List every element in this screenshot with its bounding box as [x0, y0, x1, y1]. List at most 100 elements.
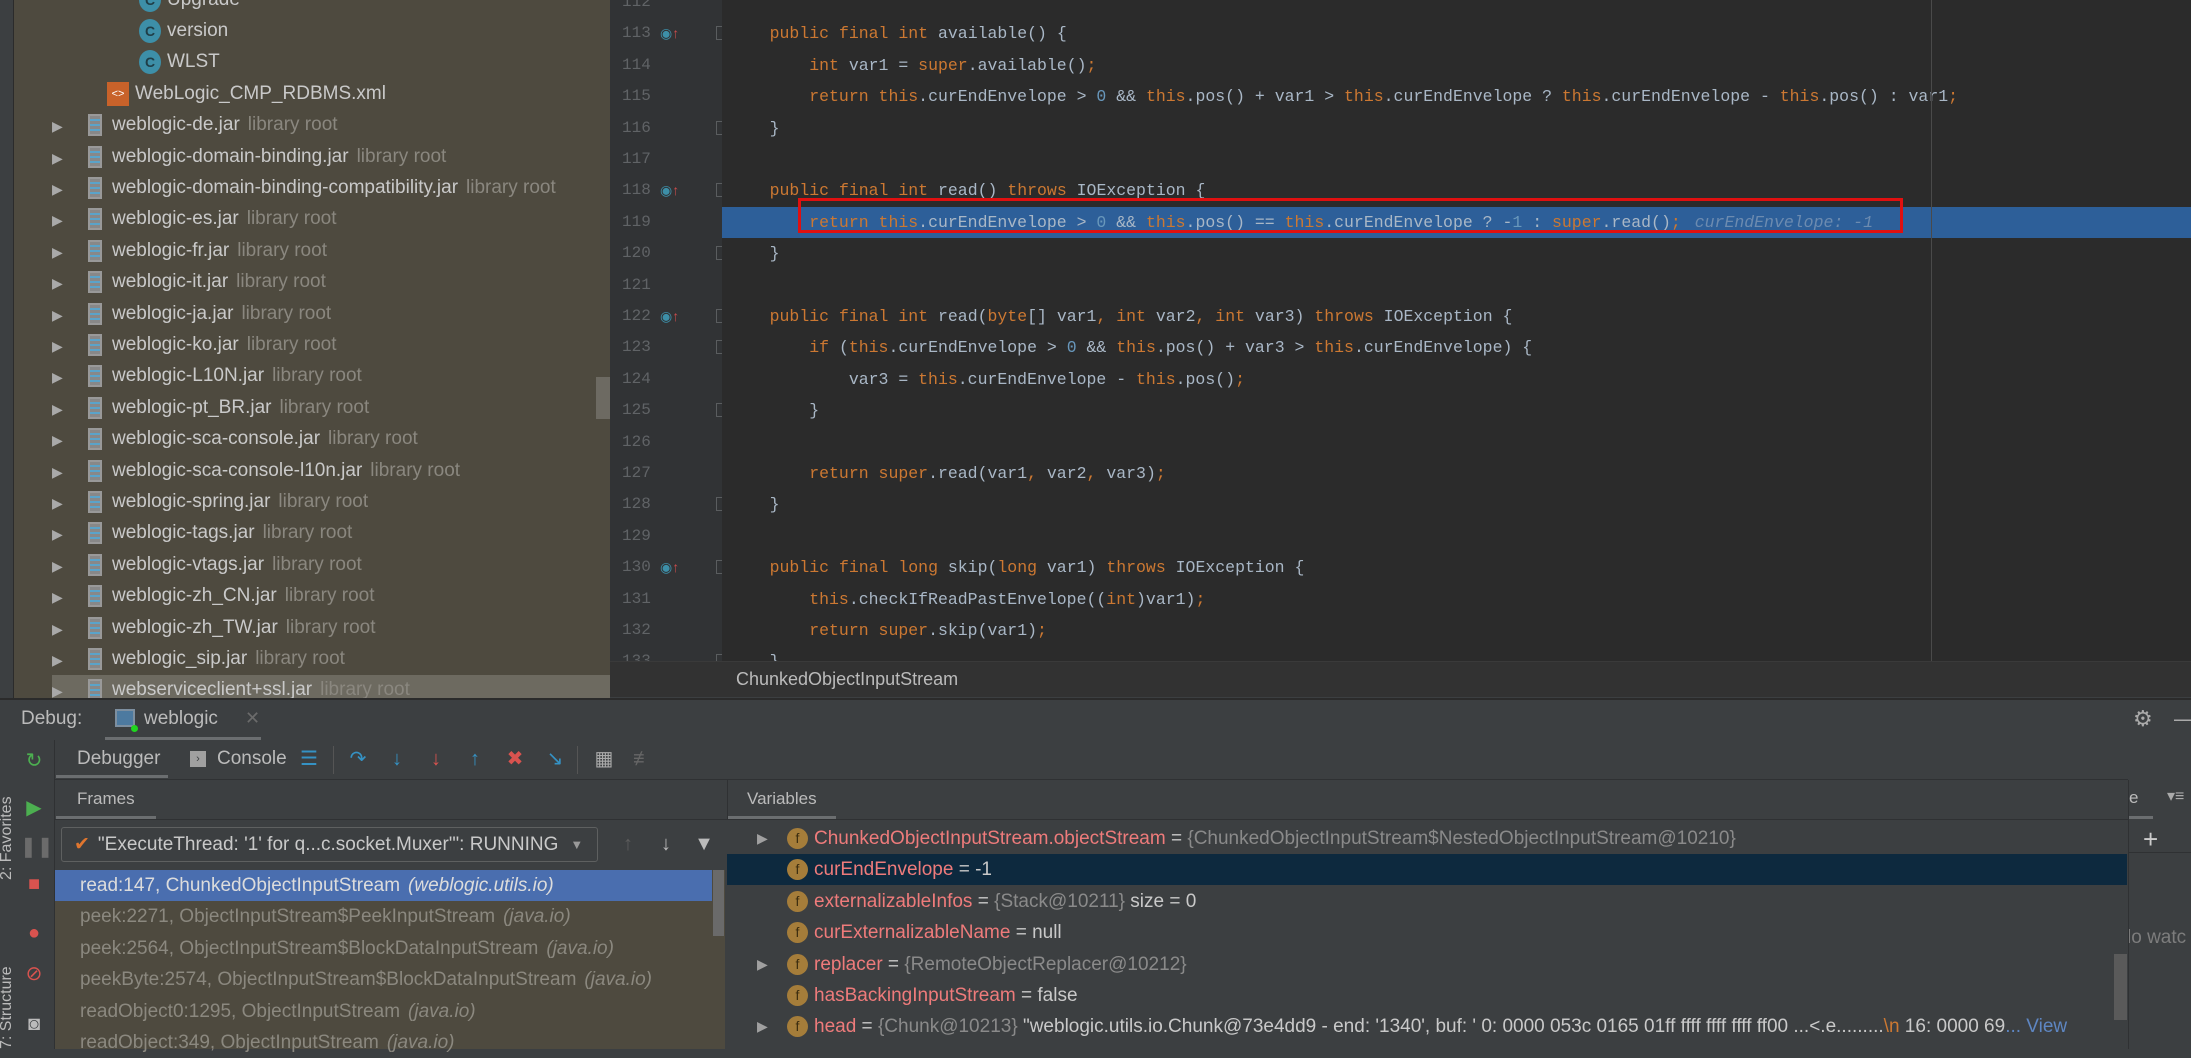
step-out-icon[interactable]: ↑	[461, 747, 489, 771]
expand-arrow-icon[interactable]: ▶	[52, 275, 66, 291]
overrides-method-icon[interactable]: ◉↑	[660, 175, 679, 206]
resume-icon[interactable]: ▶	[20, 796, 48, 820]
tab-variables[interactable]: Variables	[728, 780, 836, 819]
previous-frame-icon[interactable]: ↑	[614, 832, 642, 856]
expand-arrow-icon[interactable]: ▶	[757, 949, 768, 980]
frames-scrollbar[interactable]	[713, 870, 724, 936]
mute-breakpoints-icon[interactable]: ⊘	[20, 962, 48, 986]
expand-arrow-icon[interactable]: ▶	[52, 150, 66, 166]
watches-tab-label[interactable]: e	[2129, 788, 2138, 808]
trace-icon[interactable]: ≢	[629, 747, 657, 771]
camera-icon[interactable]: ◙	[20, 1012, 48, 1036]
tree-item[interactable]: ▶ weblogic-sca-console.jar library root	[52, 424, 418, 455]
tree-item[interactable]: ▶ weblogic-L10N.jar library root	[52, 361, 362, 392]
overrides-method-icon[interactable]: ◉↑	[660, 18, 679, 49]
expand-arrow-icon[interactable]: ▶	[52, 558, 66, 574]
rerun-icon[interactable]: ↻	[20, 749, 48, 773]
expand-arrow-icon[interactable]: ▶	[757, 1011, 768, 1042]
variable-row[interactable]: ▶ f head = {Chunk@10213} "weblogic.utils.i…	[727, 1011, 2127, 1042]
tree-item[interactable]: ▶ weblogic-domain-binding-compatibility.j…	[52, 172, 556, 203]
code-editor[interactable]: public final int available() { int var1 …	[722, 0, 2191, 661]
next-frame-icon[interactable]: ↓	[652, 832, 680, 856]
stop-icon[interactable]: ■	[20, 872, 48, 896]
expand-arrow-icon[interactable]: ▶	[52, 495, 66, 511]
tree-item[interactable]: Cversion	[139, 15, 228, 46]
tree-item[interactable]: ▶ weblogic-fr.jar library root	[52, 235, 327, 266]
expand-arrow-icon[interactable]: ▶	[52, 244, 66, 260]
tree-item[interactable]: C WLST	[139, 47, 220, 78]
frame-item[interactable]: peek:2564, ObjectInputStream$BlockDataIn…	[55, 933, 712, 964]
tree-item[interactable]: ▶ weblogic-domain-binding.jar library root	[52, 141, 446, 172]
view-link[interactable]: ... View	[2005, 1016, 2067, 1037]
evaluate-expression-icon[interactable]: ▦	[590, 747, 618, 771]
tree-item[interactable]: ▶ weblogic-ko.jar library root	[52, 329, 336, 360]
tree-item[interactable]: ▶ weblogic-zh_TW.jar library root	[52, 612, 376, 643]
run-to-cursor-icon[interactable]: ↘	[541, 747, 569, 771]
expand-arrow-icon[interactable]: ▶	[52, 181, 66, 197]
expand-arrow-icon[interactable]: ▶	[52, 401, 66, 417]
gear-icon[interactable]: ⚙	[2133, 706, 2153, 732]
tree-item[interactable]: ▶ weblogic-sca-console-l10n.jar library ro…	[52, 455, 460, 486]
tree-item[interactable]: ▶ weblogic-spring.jar library root	[52, 486, 368, 517]
expand-arrow-icon[interactable]: ▶	[52, 338, 66, 354]
step-over-icon[interactable]: ↷	[344, 747, 372, 771]
tab-console[interactable]: › Console	[182, 740, 292, 778]
drop-frame-icon[interactable]: ✖	[501, 747, 529, 771]
breadcrumb-class[interactable]: ChunkedObjectInputStream	[736, 669, 958, 690]
tree-item[interactable]: ▶ weblogic-de.jar library root	[52, 110, 338, 141]
variables-scrollbar[interactable]	[2114, 954, 2127, 1020]
tree-item[interactable]: ▶ weblogic-pt_BR.jar library root	[52, 392, 369, 423]
frame-item[interactable]: readObject0:1295, ObjectInputStream (java…	[55, 996, 712, 1027]
expand-arrow-icon[interactable]: ▶	[52, 212, 66, 228]
expand-arrow-icon[interactable]: ▶	[52, 369, 66, 385]
minimize-icon[interactable]: —	[2174, 706, 2191, 732]
tree-item[interactable]: ▶ weblogic_sip.jar library root	[52, 643, 345, 674]
frame-item[interactable]: read:147, ChunkedObjectInputStream (weblo…	[55, 870, 712, 901]
watches-menu-icon[interactable]: ▾≡	[2167, 786, 2184, 806]
expand-arrow-icon[interactable]: ▶	[52, 683, 66, 698]
tree-item[interactable]: <> WebLogic_CMP_RDBMS.xml	[107, 78, 386, 109]
close-tab-icon[interactable]: ✕	[245, 708, 260, 729]
variable-row[interactable]: f hasBackingInputStream = false	[727, 980, 2127, 1011]
expand-arrow-icon[interactable]: ▶	[52, 621, 66, 637]
expand-arrow-icon[interactable]: ▶	[52, 307, 66, 323]
structure-side-tab[interactable]: 7: Structure	[0, 966, 16, 1049]
variable-row[interactable]: ▶ f replacer = {RemoteObjectReplacer@10212…	[727, 949, 2127, 980]
tree-item[interactable]: ▶ weblogic-ja.jar library root	[52, 298, 331, 329]
pause-icon[interactable]: ❚❚	[20, 835, 54, 859]
expand-arrow-icon[interactable]: ▶	[52, 652, 66, 668]
tab-debugger[interactable]: Debugger	[56, 740, 168, 778]
step-into-icon[interactable]: ↓	[383, 747, 411, 771]
tree-item[interactable]: ▶ weblogic-tags.jar library root	[52, 518, 352, 549]
variable-row[interactable]: f externalizableInfos = {Stack@10211} siz…	[727, 886, 2127, 917]
overrides-method-icon[interactable]: ◉↑	[660, 301, 679, 332]
project-tree-scrollbar[interactable]	[596, 377, 610, 419]
show-execution-point-icon[interactable]: ☰	[295, 747, 323, 771]
expand-arrow-icon[interactable]: ▶	[757, 823, 768, 854]
tab-frames[interactable]: Frames	[56, 780, 156, 819]
filter-icon[interactable]: ▼	[690, 832, 718, 856]
overrides-method-icon[interactable]: ◉↑	[660, 552, 679, 583]
frame-item[interactable]: peekByte:2574, ObjectInputStream$BlockDa…	[55, 964, 712, 995]
tree-item[interactable]: C Upgrade	[139, 0, 240, 15]
tree-item[interactable]: ▶ webserviceclient+ssl.jar library root	[52, 674, 610, 698]
frame-item[interactable]: readObject:349, ObjectInputStream (java.i…	[55, 1027, 712, 1058]
expand-arrow-icon[interactable]: ▶	[52, 526, 66, 542]
frame-item[interactable]: peek:2271, ObjectInputStream$PeekInputSt…	[55, 901, 712, 932]
variable-row[interactable]: ▶ f ChunkedObjectInputStream.objectStream …	[727, 823, 2127, 854]
force-step-into-icon[interactable]: ↓	[422, 747, 450, 771]
expand-arrow-icon[interactable]: ▶	[52, 118, 66, 134]
add-watch-button[interactable]: +	[2143, 824, 2158, 855]
view-breakpoints-icon[interactable]: ●	[20, 921, 48, 945]
expand-arrow-icon[interactable]: ▶	[52, 432, 66, 448]
thread-selector[interactable]: ✔ "ExecuteThread: '1' for q...c.socket.M…	[61, 827, 598, 862]
variable-row[interactable]: f curEndEnvelope = -1	[727, 854, 2127, 886]
favorites-side-tab[interactable]: 2: Favorites	[0, 796, 16, 880]
expand-arrow-icon[interactable]: ▶	[52, 589, 66, 605]
expand-arrow-icon[interactable]: ▶	[52, 464, 66, 480]
tree-item[interactable]: ▶ weblogic-vtags.jar library root	[52, 549, 362, 580]
editor-breadcrumb[interactable]: ChunkedObjectInputStream	[610, 661, 2191, 697]
session-tab[interactable]: weblogic ✕	[105, 700, 261, 740]
tree-item[interactable]: ▶ weblogic-it.jar library root	[52, 267, 326, 298]
variable-row[interactable]: f curExternalizableName = null	[727, 917, 2127, 948]
